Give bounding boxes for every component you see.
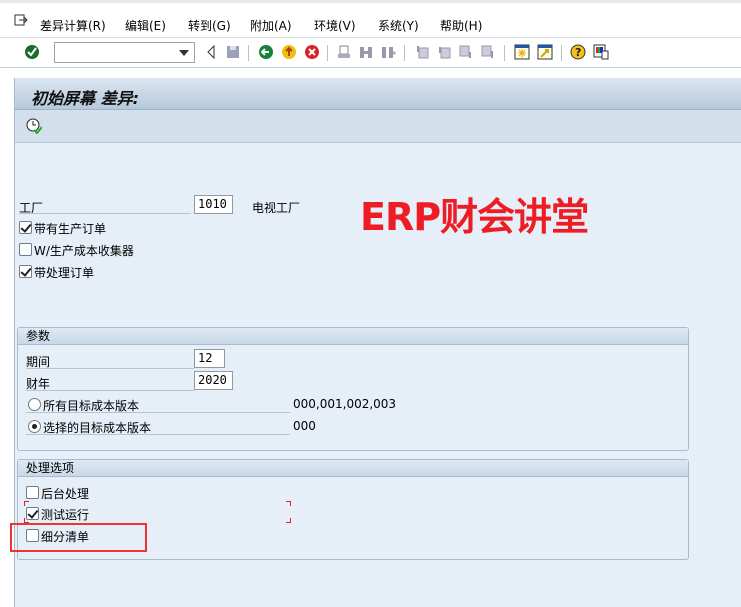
next-page-icon[interactable] [458, 44, 474, 60]
find-icon[interactable] [358, 44, 374, 60]
with-process-orders-label: 带处理订单 [34, 266, 95, 280]
period-input[interactable]: 12 [194, 349, 225, 368]
print-icon[interactable] [336, 44, 352, 60]
menu-help[interactable]: 帮助(H) [440, 17, 482, 34]
test-run-label: 测试运行 [41, 508, 90, 522]
selected-versions-radio[interactable] [28, 420, 41, 433]
parameters-group-title: 参数 [18, 328, 688, 345]
with-cost-collectors-label: W/生产成本收集器 [34, 244, 134, 258]
plant-input[interactable]: 1010 [194, 195, 233, 214]
first-page-icon[interactable] [414, 44, 430, 60]
exit-icon[interactable] [281, 44, 297, 60]
with-production-orders-checkbox[interactable] [19, 221, 32, 234]
selected-versions-value: 000 [293, 419, 316, 433]
with-production-orders-label: 带有生产订单 [34, 222, 107, 236]
menu-extras[interactable]: 附加(A) [250, 17, 292, 34]
layout-menu-icon[interactable] [593, 44, 609, 60]
collapse-arrow-icon[interactable] [203, 44, 219, 60]
with-process-orders-checkbox[interactable] [19, 265, 32, 278]
execute-clock-icon[interactable] [26, 118, 42, 134]
menu-system[interactable]: 系统(Y) [378, 17, 419, 34]
page-title: 初始屏幕 差异: [31, 89, 139, 108]
application-toolbar [15, 110, 741, 143]
menu-variance-calc[interactable]: 差异计算(R) [40, 17, 106, 34]
save-icon[interactable] [225, 44, 241, 60]
highlight-box [10, 523, 147, 552]
background-processing-checkbox[interactable] [26, 486, 39, 499]
processing-options-title: 处理选项 [18, 460, 688, 477]
shortcut-icon[interactable] [537, 44, 553, 60]
background-processing-label: 后台处理 [41, 487, 90, 501]
previous-page-icon[interactable] [436, 44, 452, 60]
standard-toolbar: ? [0, 38, 741, 68]
menu-icon[interactable] [14, 13, 28, 27]
svg-text:?: ? [575, 46, 581, 59]
menu-goto[interactable]: 转到(G) [188, 17, 231, 34]
last-page-icon[interactable] [480, 44, 496, 60]
enter-check-icon[interactable] [24, 44, 40, 60]
menu-edit[interactable]: 编辑(E) [125, 17, 166, 34]
chevron-down-icon[interactable] [179, 50, 189, 56]
watermark-text: ERP财会讲堂 [360, 195, 589, 239]
menu-environment[interactable]: 环境(V) [314, 17, 356, 34]
parameters-group: 参数 期间 12 财年 2020 所有目标成本版本 000,001,002,00… [17, 327, 689, 451]
new-session-icon[interactable] [514, 44, 530, 60]
screen-title-bar: 初始屏幕 差异: [15, 78, 741, 110]
with-cost-collectors-checkbox[interactable] [19, 243, 32, 256]
test-run-checkbox[interactable] [26, 507, 39, 520]
all-versions-value: 000,001,002,003 [293, 397, 397, 411]
all-versions-radio[interactable] [28, 398, 41, 411]
plant-description: 电视工厂 [252, 201, 301, 215]
fiscal-year-input[interactable]: 2020 [194, 371, 233, 390]
back-icon[interactable] [258, 44, 274, 60]
help-icon[interactable]: ? [570, 44, 586, 60]
find-next-icon[interactable] [380, 44, 396, 60]
cancel-icon[interactable] [304, 44, 320, 60]
command-field[interactable] [54, 42, 195, 63]
menu-bar: 差异计算(R) 编辑(E) 转到(G) 附加(A) 环境(V) 系统(Y) 帮助… [0, 0, 741, 38]
